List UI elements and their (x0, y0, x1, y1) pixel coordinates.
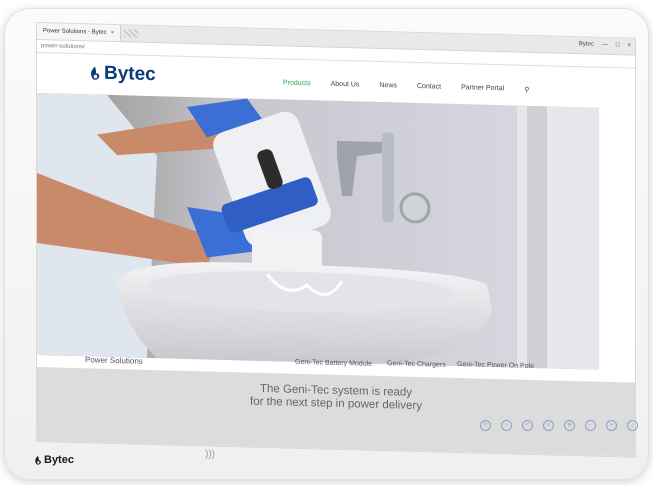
hero-image (37, 93, 599, 370)
bytec-mark-icon (35, 455, 41, 465)
subnav-link-battery[interactable]: Geni-Tec Battery Module (295, 359, 372, 368)
close-window-button[interactable]: × (627, 42, 631, 48)
maximize-button[interactable]: □ (616, 42, 620, 48)
settings-icon[interactable]: ⚙ (564, 420, 575, 431)
subnav-link-power-pole[interactable]: Geni-Tec Power On Pole (457, 361, 534, 370)
logo-text: Bytec (104, 62, 156, 86)
back-icon[interactable]: ↶ (522, 420, 533, 431)
search-icon[interactable]: ⚲ (524, 86, 529, 94)
new-tab-button[interactable] (124, 29, 139, 38)
bytec-logo-icon (91, 66, 100, 80)
tab-title: Power Solutions - Bytec (43, 28, 107, 36)
main-menu: Products About Us News Contact Partner P… (283, 79, 529, 93)
tab-close-icon[interactable]: × (111, 30, 115, 36)
hero-photo (37, 93, 599, 370)
device-logo: Bytec (34, 454, 74, 466)
menu-icon[interactable]: ≡ (543, 420, 554, 431)
screen: Power Solutions - Bytec × power-solution… (36, 22, 636, 458)
menu-item-contact[interactable]: Contact (417, 83, 441, 92)
menu-item-products[interactable]: Products (283, 79, 311, 88)
menu-item-partner-portal[interactable]: Partner Portal (461, 84, 504, 93)
volume-down-icon[interactable]: − (585, 420, 596, 431)
menu-item-news[interactable]: News (379, 82, 397, 90)
subnav-link-chargers[interactable]: Geni-Tec Chargers (387, 360, 446, 369)
browser-tab[interactable]: Power Solutions - Bytec × (37, 23, 122, 42)
menu-item-about[interactable]: About Us (331, 81, 360, 90)
nfc-icon: ))) (205, 449, 215, 460)
home-icon[interactable]: ⌂ (501, 420, 512, 431)
window-user: Bytec (578, 41, 594, 48)
device-logo-text: Bytec (44, 454, 74, 466)
subnav-section-title: Power Solutions (85, 355, 143, 366)
volume-up-icon[interactable]: + (606, 420, 617, 431)
power-icon[interactable]: ⏻ (480, 420, 491, 431)
site-logo[interactable]: Bytec (89, 62, 156, 86)
brightness-icon[interactable]: ☼ (627, 420, 638, 431)
minimize-button[interactable]: — (602, 42, 608, 48)
bezel-buttons: ⏻ ⌂ ↶ ≡ ⚙ − + ☼ (480, 420, 638, 431)
promo-banner: The Geni-Tec system is ready for the nex… (37, 367, 635, 457)
